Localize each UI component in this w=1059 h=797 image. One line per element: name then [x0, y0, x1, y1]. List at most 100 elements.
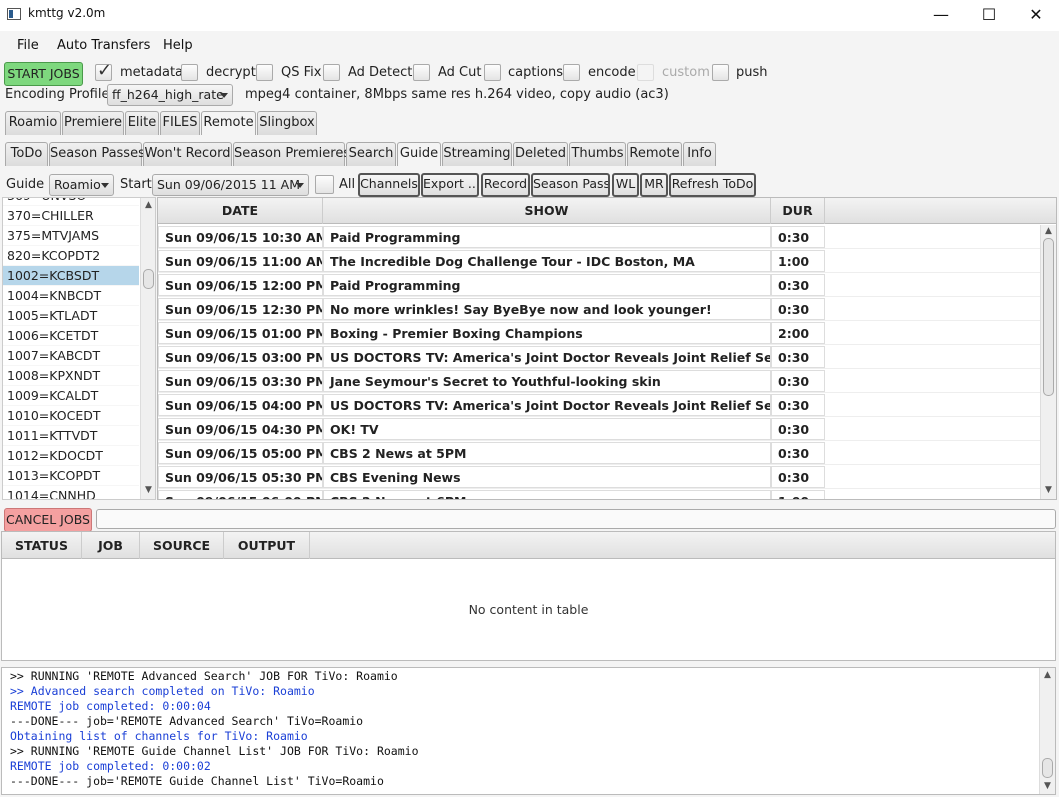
menu-auto-transfers[interactable]: Auto Transfers — [57, 38, 150, 53]
tab-remote[interactable]: Remote — [627, 142, 682, 166]
title-bar: kmttg v2.0m — ☐ ✕ — [0, 0, 1059, 31]
column-header-show[interactable]: SHOW — [323, 198, 771, 224]
list-item[interactable]: 1006=KCETDT — [3, 326, 139, 346]
list-item[interactable]: 370=CHILLER — [3, 206, 139, 226]
guide-scrollbar[interactable]: ▲ ▼ — [1040, 225, 1056, 499]
table-row[interactable]: Sun 09/06/15 06:00 PMCBS 2 News at 6PM1:… — [158, 489, 1042, 499]
scroll-up-icon[interactable]: ▲ — [1044, 670, 1051, 680]
list-item[interactable]: 1010=KOCEDT — [3, 406, 139, 426]
custom-checkbox — [637, 64, 654, 81]
column-header-output[interactable]: OUTPUT — [224, 532, 310, 559]
menu-file[interactable]: File — [17, 38, 39, 53]
log-scrollbar[interactable]: ▲ ▼ — [1039, 668, 1055, 794]
tab-todo[interactable]: ToDo — [5, 142, 48, 166]
scroll-down-icon[interactable]: ▼ — [1044, 781, 1051, 791]
tab-roamio[interactable]: Roamio — [5, 111, 61, 135]
start-time-select[interactable]: Sun 09/06/2015 11 AM — [152, 174, 309, 196]
table-row[interactable]: Sun 09/06/15 12:00 PM Paid Programming 0:3… — [158, 273, 1042, 297]
scroll-thumb[interactable] — [143, 269, 154, 289]
tab-season-passes[interactable]: Season Passes — [49, 142, 145, 166]
season-pass-button[interactable]: Season Pass — [531, 173, 610, 197]
menu-help[interactable]: Help — [163, 38, 193, 53]
column-header-date[interactable]: DATE — [158, 198, 323, 224]
column-header-status[interactable]: STATUS — [2, 532, 82, 559]
list-item[interactable]: 1004=KNBCDT — [3, 286, 139, 306]
table-row[interactable]: Sun 09/06/15 05:30 PM CBS Evening News 0:3… — [158, 465, 1042, 489]
tab-guide[interactable]: Guide — [397, 142, 441, 166]
table-row[interactable]: Sun 09/06/15 03:30 PM Jane Seymour's Secr… — [158, 369, 1042, 393]
tab-wont-record[interactable]: Won't Record — [143, 142, 232, 166]
refresh-todo-button[interactable]: Refresh ToDo — [669, 173, 756, 197]
list-item[interactable]: 1002=KCBSDT — [3, 266, 139, 286]
tab-streaming[interactable]: Streaming — [442, 142, 512, 166]
list-item[interactable]: 820=KCOPDT2 — [3, 246, 139, 266]
table-row[interactable]: Sun 09/06/15 12:30 PM No more wrinkles! S… — [158, 297, 1042, 321]
ad-detect-checkbox[interactable] — [323, 64, 340, 81]
tab-info[interactable]: Info — [683, 142, 716, 166]
qs-fix-checkbox[interactable] — [256, 64, 273, 81]
maximize-button[interactable]: ☐ — [966, 0, 1012, 31]
tab-thumbs[interactable]: Thumbs — [569, 142, 626, 166]
tab-season-premieres[interactable]: Season Premieres — [233, 142, 350, 166]
list-item[interactable]: 369=UNVSO — [3, 198, 139, 206]
scroll-up-icon[interactable]: ▲ — [1045, 226, 1052, 236]
encoding-profile-label: Encoding Profile: — [5, 87, 114, 102]
tab-elite[interactable]: Elite — [125, 111, 159, 135]
channels-button[interactable]: Channels — [358, 173, 420, 197]
list-item[interactable]: 1011=KTTVDT — [3, 426, 139, 446]
close-button[interactable]: ✕ — [1013, 0, 1059, 31]
channel-scrollbar[interactable]: ▲ ▼ — [140, 198, 155, 499]
ad-cut-checkbox[interactable] — [413, 64, 430, 81]
cell-show: Paid Programming — [323, 274, 771, 296]
scroll-down-icon[interactable]: ▼ — [145, 485, 152, 495]
tab-search[interactable]: Search — [346, 142, 396, 166]
tab-slingbox[interactable]: Slingbox — [257, 111, 317, 135]
record-button[interactable]: Record — [481, 173, 530, 197]
encoding-profile-select[interactable]: ff_h264_high_rate — [107, 84, 233, 106]
cell-show: Boxing - Premier Boxing Champions — [323, 322, 771, 344]
decrypt-checkbox[interactable] — [181, 64, 198, 81]
list-item[interactable]: 1005=KTLADT — [3, 306, 139, 326]
wl-button[interactable]: WL — [612, 173, 639, 197]
list-item[interactable]: 1008=KPXNDT — [3, 366, 139, 386]
list-item[interactable]: 1012=KDOCDT — [3, 446, 139, 466]
table-row[interactable]: Sun 09/06/15 04:00 PM US DOCTORS TV: Amer… — [158, 393, 1042, 417]
scroll-down-icon[interactable]: ▼ — [1045, 485, 1052, 495]
channel-list[interactable]: 369=UNVSO 370=CHILLER375=MTVJAMS820=KCOP… — [2, 197, 156, 500]
all-checkbox[interactable] — [315, 175, 334, 194]
list-item[interactable]: 1007=KABCDT — [3, 346, 139, 366]
column-header-source[interactable]: SOURCE — [140, 532, 224, 559]
log-area[interactable]: >> RUNNING 'REMOTE Advanced Search' JOB … — [1, 667, 1056, 795]
column-header-dur[interactable]: DUR — [771, 198, 825, 224]
push-checkbox[interactable] — [712, 64, 729, 81]
table-row[interactable]: Sun 09/06/15 04:30 PM OK! TV 0:30 — [158, 417, 1042, 441]
table-row[interactable]: Sun 09/06/15 01:00 PM Boxing - Premier Bo… — [158, 321, 1042, 345]
tivo-select[interactable]: Roamio — [49, 174, 114, 196]
mr-button[interactable]: MR — [640, 173, 668, 197]
cell-date: Sun 09/06/15 11:00 AM — [158, 250, 323, 272]
table-row[interactable]: Sun 09/06/15 10:30 AM Paid Programming 0:3… — [158, 225, 1042, 249]
column-header-job[interactable]: JOB — [82, 532, 140, 559]
tab-files[interactable]: FILES — [160, 111, 200, 135]
minimize-button[interactable]: — — [918, 0, 964, 31]
list-item[interactable]: 1009=KCALDT — [3, 386, 139, 406]
table-row[interactable]: Sun 09/06/15 11:00 AM The Incredible Dog … — [158, 249, 1042, 273]
scroll-thumb[interactable] — [1043, 238, 1054, 396]
tab-deleted[interactable]: Deleted — [513, 142, 568, 166]
export-button[interactable]: Export ... — [421, 173, 479, 197]
start-jobs-button[interactable]: START JOBS — [4, 62, 83, 86]
metadata-checkbox[interactable] — [95, 60, 112, 81]
list-item[interactable]: 375=MTVJAMS — [3, 226, 139, 246]
tab-premiere[interactable]: Premiere — [62, 111, 124, 135]
table-row[interactable]: Sun 09/06/15 03:00 PM US DOCTORS TV: Amer… — [158, 345, 1042, 369]
scroll-up-icon[interactable]: ▲ — [145, 200, 152, 210]
tab-remote-device[interactable]: Remote — [201, 111, 256, 135]
list-item[interactable]: 1014=CNNHD — [3, 486, 139, 499]
list-item[interactable]: 1013=KCOPDT — [3, 466, 139, 486]
cancel-jobs-button[interactable]: CANCEL JOBS — [4, 508, 92, 532]
encode-checkbox[interactable] — [563, 64, 580, 81]
tivo-value: Roamio — [54, 177, 101, 192]
table-row[interactable]: Sun 09/06/15 05:00 PM CBS 2 News at 5PM 0:… — [158, 441, 1042, 465]
scroll-thumb[interactable] — [1042, 758, 1053, 778]
captions-checkbox[interactable] — [484, 64, 501, 81]
